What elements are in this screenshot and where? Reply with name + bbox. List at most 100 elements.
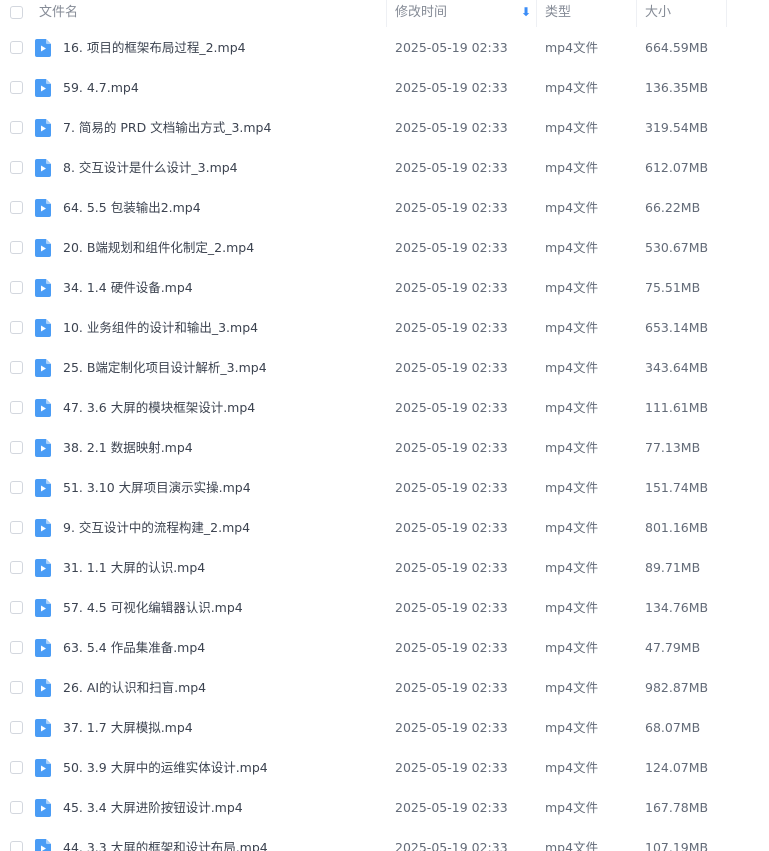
select-all-checkbox[interactable]	[10, 6, 23, 19]
video-file-icon	[35, 39, 51, 57]
file-name[interactable]: 50. 3.9 大屏中的运维实体设计.mp4	[63, 748, 268, 788]
row-checkbox[interactable]	[10, 41, 23, 54]
file-modified-time: 2025-05-19 02:33	[395, 120, 508, 135]
file-modified-time: 2025-05-19 02:33	[395, 720, 508, 735]
file-name[interactable]: 37. 1.7 大屏模拟.mp4	[63, 708, 193, 748]
file-name[interactable]: 8. 交互设计是什么设计_3.mp4	[63, 148, 238, 188]
file-type: mp4文件	[545, 720, 599, 735]
file-modified-time: 2025-05-19 02:33	[395, 680, 508, 695]
file-name[interactable]: 44. 3.3 大屏的框架和设计布局.mp4	[63, 828, 268, 851]
file-row[interactable]: 64. 5.5 包装输出2.mp4 2025-05-19 02:33 mp4文件 66…	[0, 188, 769, 228]
row-checkbox[interactable]	[10, 801, 23, 814]
file-row[interactable]: 8. 交互设计是什么设计_3.mp4 2025-05-19 02:33 mp4文件 6…	[0, 148, 769, 188]
file-size: 68.07MB	[645, 720, 701, 735]
file-type: mp4文件	[545, 200, 599, 215]
file-modified-time: 2025-05-19 02:33	[395, 800, 508, 815]
row-checkbox[interactable]	[10, 201, 23, 214]
row-checkbox[interactable]	[10, 601, 23, 614]
row-checkbox[interactable]	[10, 161, 23, 174]
file-row[interactable]: 38. 2.1 数据映射.mp4 2025-05-19 02:33 mp4文件 77.…	[0, 428, 769, 468]
row-checkbox[interactable]	[10, 441, 23, 454]
file-name[interactable]: 47. 3.6 大屏的模块框架设计.mp4	[63, 388, 255, 428]
file-name[interactable]: 20. B端规划和组件化制定_2.mp4	[63, 228, 254, 268]
file-modified-time: 2025-05-19 02:33	[395, 560, 508, 575]
file-modified-time: 2025-05-19 02:33	[395, 240, 508, 255]
file-row[interactable]: 47. 3.6 大屏的模块框架设计.mp4 2025-05-19 02:33 mp4…	[0, 388, 769, 428]
file-row[interactable]: 63. 5.4 作品集准备.mp4 2025-05-19 02:33 mp4文件 47…	[0, 628, 769, 668]
file-type: mp4文件	[545, 320, 599, 335]
file-row[interactable]: 37. 1.7 大屏模拟.mp4 2025-05-19 02:33 mp4文件 68.…	[0, 708, 769, 748]
row-checkbox[interactable]	[10, 401, 23, 414]
file-list: 文件名 修改时间 ⬇ 类型 大小 16. 项目的框架布局过程_2.mp4 2025…	[0, 0, 769, 851]
file-name[interactable]: 59. 4.7.mp4	[63, 68, 139, 108]
file-row[interactable]: 25. B端定制化项目设计解析_3.mp4 2025-05-19 02:33 mp4…	[0, 348, 769, 388]
file-modified-time: 2025-05-19 02:33	[395, 200, 508, 215]
file-name[interactable]: 26. AI的认识和扫盲.mp4	[63, 668, 206, 708]
file-row[interactable]: 51. 3.10 大屏项目演示实操.mp4 2025-05-19 02:33 mp4…	[0, 468, 769, 508]
video-file-icon	[35, 239, 51, 257]
row-checkbox[interactable]	[10, 721, 23, 734]
file-name[interactable]: 51. 3.10 大屏项目演示实操.mp4	[63, 468, 251, 508]
file-row[interactable]: 44. 3.3 大屏的框架和设计布局.mp4 2025-05-19 02:33 mp…	[0, 828, 769, 851]
file-type: mp4文件	[545, 80, 599, 95]
file-name[interactable]: 45. 3.4 大屏进阶按钮设计.mp4	[63, 788, 243, 828]
video-file-icon	[35, 679, 51, 697]
column-divider[interactable]	[636, 0, 637, 27]
file-name[interactable]: 31. 1.1 大屏的认识.mp4	[63, 548, 205, 588]
file-name[interactable]: 16. 项目的框架布局过程_2.mp4	[63, 28, 246, 68]
sort-descending-icon[interactable]: ⬇	[521, 0, 531, 27]
file-name[interactable]: 34. 1.4 硬件设备.mp4	[63, 268, 193, 308]
column-time-header[interactable]: 修改时间	[395, 0, 447, 27]
file-row[interactable]: 50. 3.9 大屏中的运维实体设计.mp4 2025-05-19 02:33 mp…	[0, 748, 769, 788]
row-checkbox[interactable]	[10, 841, 23, 851]
file-row[interactable]: 57. 4.5 可视化编辑器认识.mp4 2025-05-19 02:33 mp4文…	[0, 588, 769, 628]
file-row[interactable]: 26. AI的认识和扫盲.mp4 2025-05-19 02:33 mp4文件 982…	[0, 668, 769, 708]
file-row[interactable]: 7. 简易的 PRD 文档输出方式_3.mp4 2025-05-19 02:33 m…	[0, 108, 769, 148]
row-checkbox[interactable]	[10, 641, 23, 654]
file-name[interactable]: 7. 简易的 PRD 文档输出方式_3.mp4	[63, 108, 271, 148]
column-divider[interactable]	[726, 0, 727, 27]
file-modified-time: 2025-05-19 02:33	[395, 360, 508, 375]
row-checkbox[interactable]	[10, 281, 23, 294]
file-type: mp4文件	[545, 840, 599, 851]
row-checkbox[interactable]	[10, 521, 23, 534]
file-name[interactable]: 25. B端定制化项目设计解析_3.mp4	[63, 348, 267, 388]
file-type: mp4文件	[545, 360, 599, 375]
row-checkbox[interactable]	[10, 121, 23, 134]
column-type-header[interactable]: 类型	[545, 0, 571, 27]
row-checkbox[interactable]	[10, 561, 23, 574]
file-type: mp4文件	[545, 120, 599, 135]
row-checkbox[interactable]	[10, 241, 23, 254]
row-checkbox[interactable]	[10, 361, 23, 374]
file-row[interactable]: 20. B端规划和组件化制定_2.mp4 2025-05-19 02:33 mp4文…	[0, 228, 769, 268]
row-checkbox[interactable]	[10, 681, 23, 694]
video-file-icon	[35, 359, 51, 377]
video-file-icon	[35, 839, 51, 851]
file-name[interactable]: 9. 交互设计中的流程构建_2.mp4	[63, 508, 250, 548]
file-name[interactable]: 10. 业务组件的设计和输出_3.mp4	[63, 308, 258, 348]
file-row[interactable]: 9. 交互设计中的流程构建_2.mp4 2025-05-19 02:33 mp4文件…	[0, 508, 769, 548]
file-name[interactable]: 63. 5.4 作品集准备.mp4	[63, 628, 205, 668]
column-divider[interactable]	[386, 0, 387, 27]
column-divider[interactable]	[536, 0, 537, 27]
video-file-icon	[35, 199, 51, 217]
column-name-header[interactable]: 文件名	[39, 0, 78, 27]
column-size-header[interactable]: 大小	[645, 0, 671, 27]
file-row[interactable]: 16. 项目的框架布局过程_2.mp4 2025-05-19 02:33 mp4文件…	[0, 28, 769, 68]
row-checkbox[interactable]	[10, 81, 23, 94]
file-row[interactable]: 45. 3.4 大屏进阶按钮设计.mp4 2025-05-19 02:33 mp4文…	[0, 788, 769, 828]
file-size: 167.78MB	[645, 800, 709, 815]
file-modified-time: 2025-05-19 02:33	[395, 280, 508, 295]
file-row[interactable]: 59. 4.7.mp4 2025-05-19 02:33 mp4文件 136.35MB	[0, 68, 769, 108]
file-row[interactable]: 31. 1.1 大屏的认识.mp4 2025-05-19 02:33 mp4文件 89…	[0, 548, 769, 588]
file-name[interactable]: 38. 2.1 数据映射.mp4	[63, 428, 193, 468]
row-checkbox[interactable]	[10, 321, 23, 334]
file-name[interactable]: 57. 4.5 可视化编辑器认识.mp4	[63, 588, 243, 628]
file-type: mp4文件	[545, 520, 599, 535]
file-row[interactable]: 10. 业务组件的设计和输出_3.mp4 2025-05-19 02:33 mp4文…	[0, 308, 769, 348]
file-name[interactable]: 64. 5.5 包装输出2.mp4	[63, 188, 201, 228]
row-checkbox[interactable]	[10, 481, 23, 494]
row-checkbox[interactable]	[10, 761, 23, 774]
file-type: mp4文件	[545, 440, 599, 455]
file-row[interactable]: 34. 1.4 硬件设备.mp4 2025-05-19 02:33 mp4文件 75.…	[0, 268, 769, 308]
